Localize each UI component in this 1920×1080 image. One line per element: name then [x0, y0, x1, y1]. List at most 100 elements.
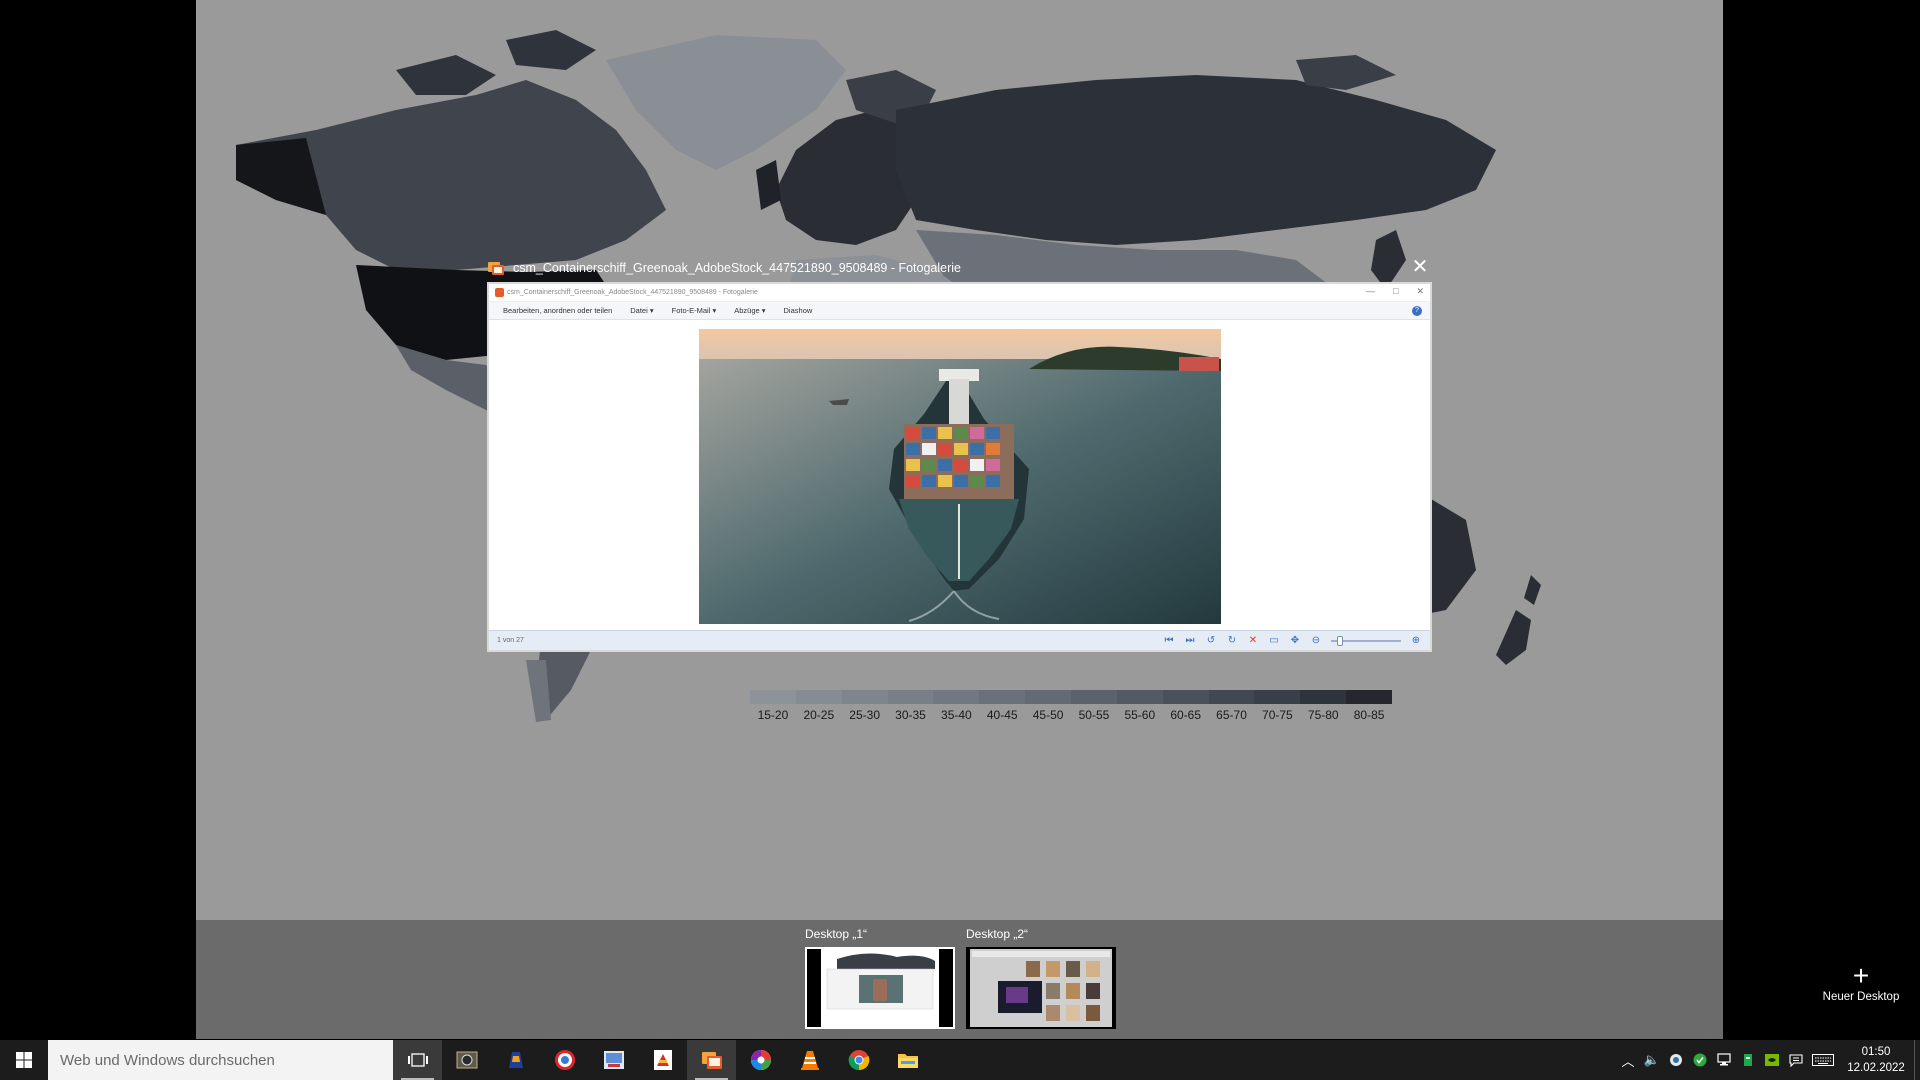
- menu-edit-organize-share[interactable]: Bearbeiten, anordnen oder teilen: [503, 306, 612, 315]
- container-ship-photo: [699, 329, 1221, 624]
- taskbar-vlc-alt[interactable]: [491, 1040, 540, 1080]
- taskbar-vlc[interactable]: [785, 1040, 834, 1080]
- legend-swatch: [1116, 690, 1163, 704]
- photo-gallery-icon: [701, 1052, 722, 1069]
- next-icon[interactable]: ⏭: [1184, 635, 1196, 647]
- legend-swatch: [1025, 690, 1072, 704]
- desktop-1-thumbnail[interactable]: Desktop „1“: [805, 927, 955, 1029]
- taskbar-opera[interactable]: [540, 1040, 589, 1080]
- zoom-slider[interactable]: [1331, 636, 1401, 646]
- vlc-icon: [800, 1051, 819, 1070]
- zoom-in-icon[interactable]: ⊕: [1410, 635, 1422, 647]
- menu-file[interactable]: Datei ▾: [630, 306, 653, 315]
- legend-swatch: [933, 690, 980, 704]
- menu-slideshow[interactable]: Diashow: [784, 306, 813, 315]
- desktop-1-preview[interactable]: [805, 947, 955, 1029]
- legend-label: 60-65: [1170, 708, 1202, 722]
- close-window-button[interactable]: ✕: [1408, 256, 1432, 280]
- legend-label: 80-85: [1353, 708, 1385, 722]
- legend-labels: 15-20 20-25 25-30 30-35 35-40 40-45 45-50 50-55…: [750, 708, 1392, 722]
- taskbar: Web und Windows durchsuchen ︿ 🔈 01:50 12…: [0, 1040, 1920, 1080]
- new-desktop-label: Neuer Desktop: [1822, 991, 1900, 1003]
- photo-canvas: [489, 321, 1430, 629]
- usb-icon: [1744, 1054, 1752, 1066]
- legend-label: 65-70: [1216, 708, 1247, 722]
- file-explorer-icon: [897, 1054, 918, 1068]
- zoom-out-icon[interactable]: ⊖: [1310, 635, 1322, 647]
- legend-label: 45-50: [1032, 708, 1064, 722]
- legend-label: 70-75: [1262, 708, 1293, 722]
- keyboard-icon[interactable]: [1808, 1040, 1838, 1080]
- touch-keyboard-icon: [1812, 1054, 1834, 1066]
- message-icon: [1789, 1054, 1803, 1067]
- legend-label: 40-45: [986, 708, 1018, 722]
- virtual-desktops-strip: Desktop „1“ Desktop „2“: [196, 920, 1723, 1039]
- taskbar-chrome[interactable]: [834, 1040, 883, 1080]
- system-tray: ︿ 🔈 01:50 12.02.2022: [1616, 1040, 1920, 1080]
- new-desktop-button[interactable]: + Neuer Desktop: [1818, 962, 1904, 1004]
- previous-icon[interactable]: ⏮: [1163, 635, 1175, 647]
- legend-label: 75-80: [1307, 708, 1339, 722]
- gpu-icon: [1765, 1054, 1779, 1066]
- taskbar-picasa[interactable]: [736, 1040, 785, 1080]
- app-title: csm_Containerschiff_Greenoak_AdobeStock_…: [507, 289, 758, 296]
- picasa-icon: [750, 1050, 771, 1070]
- photo-viewer-icon: [456, 1051, 477, 1069]
- search-box[interactable]: Web und Windows durchsuchen: [48, 1040, 393, 1080]
- help-icon[interactable]: ?: [1412, 306, 1422, 316]
- task-view-icon: [407, 1053, 428, 1067]
- taskbar-apps: [393, 1040, 932, 1080]
- legend-swatch: [1346, 690, 1393, 704]
- window-thumbnail[interactable]: csm_Containerschiff_Greenoak_AdobeStock_…: [487, 282, 1432, 652]
- legend-label: 30-35: [895, 708, 926, 722]
- chevron-up-icon: ︿: [1621, 1053, 1635, 1069]
- app-title-bar: csm_Containerschiff_Greenoak_AdobeStock_…: [489, 284, 1430, 302]
- security-ok-icon[interactable]: [1688, 1040, 1712, 1080]
- pdf-icon: [653, 1050, 672, 1070]
- rotate-right-icon[interactable]: ↻: [1226, 635, 1238, 647]
- notifications-icon[interactable]: [1784, 1040, 1808, 1080]
- menu-prints[interactable]: Abzüge ▾: [734, 306, 765, 315]
- desktop-2-preview[interactable]: [966, 947, 1116, 1029]
- desktop-2-thumbnail[interactable]: Desktop „2“: [966, 927, 1116, 1029]
- task-view-window-preview[interactable]: csm_Containerschiff_Greenoak_AdobeStock_…: [487, 256, 1432, 652]
- slideshow-icon[interactable]: ▭: [1268, 635, 1280, 647]
- chrome-icon: [848, 1050, 869, 1071]
- clock[interactable]: 01:50 12.02.2022: [1838, 1044, 1914, 1076]
- taskbar-file-explorer[interactable]: [883, 1040, 932, 1080]
- nvidia-icon[interactable]: [1760, 1040, 1784, 1080]
- app-menu-bar: Bearbeiten, anordnen oder teilen Datei ▾…: [489, 302, 1430, 320]
- minimize-icon: —: [1366, 286, 1376, 296]
- show-hidden-icons-button[interactable]: ︿: [1616, 1040, 1640, 1080]
- show-desktop-button[interactable]: [1914, 1040, 1920, 1080]
- actual-size-icon[interactable]: ✥: [1289, 635, 1301, 647]
- legend-swatch: [1208, 690, 1255, 704]
- rotate-left-icon[interactable]: ↺: [1205, 635, 1217, 647]
- zoom-slider-thumb[interactable]: [1337, 636, 1343, 646]
- legend-label: 35-40: [941, 708, 972, 722]
- taskbar-photo-gallery[interactable]: [687, 1040, 736, 1080]
- legend-label: 15-20: [757, 708, 789, 722]
- delete-icon[interactable]: ✕: [1247, 635, 1259, 647]
- menu-photo-email[interactable]: Foto-E-Mail ▾: [672, 306, 717, 315]
- taskbar-image-editor[interactable]: [589, 1040, 638, 1080]
- taskbar-pdf[interactable]: [638, 1040, 687, 1080]
- network-monitor-icon: [1717, 1053, 1731, 1066]
- tray-app-icon[interactable]: [1664, 1040, 1688, 1080]
- start-button[interactable]: [0, 1040, 48, 1080]
- opera-icon: [554, 1050, 575, 1070]
- legend-label: 50-55: [1078, 708, 1110, 722]
- legend-label: 55-60: [1124, 708, 1156, 722]
- network-icon[interactable]: [1712, 1040, 1736, 1080]
- window-preview-title-bar[interactable]: csm_Containerschiff_Greenoak_AdobeStock_…: [487, 256, 1432, 280]
- legend-color-bar: [750, 690, 1393, 704]
- task-view-button[interactable]: [393, 1040, 442, 1080]
- volume-icon[interactable]: 🔈: [1640, 1040, 1664, 1080]
- usb-status-icon[interactable]: [1736, 1040, 1760, 1080]
- image-counter: 1 von 27: [497, 637, 524, 644]
- defender-icon: [1670, 1054, 1682, 1066]
- taskbar-photo-viewer[interactable]: [442, 1040, 491, 1080]
- legend-swatch: [1254, 690, 1301, 704]
- window-title: csm_Containerschiff_Greenoak_AdobeStock_…: [513, 261, 961, 275]
- desktop-2-label: Desktop „2“: [966, 927, 1029, 941]
